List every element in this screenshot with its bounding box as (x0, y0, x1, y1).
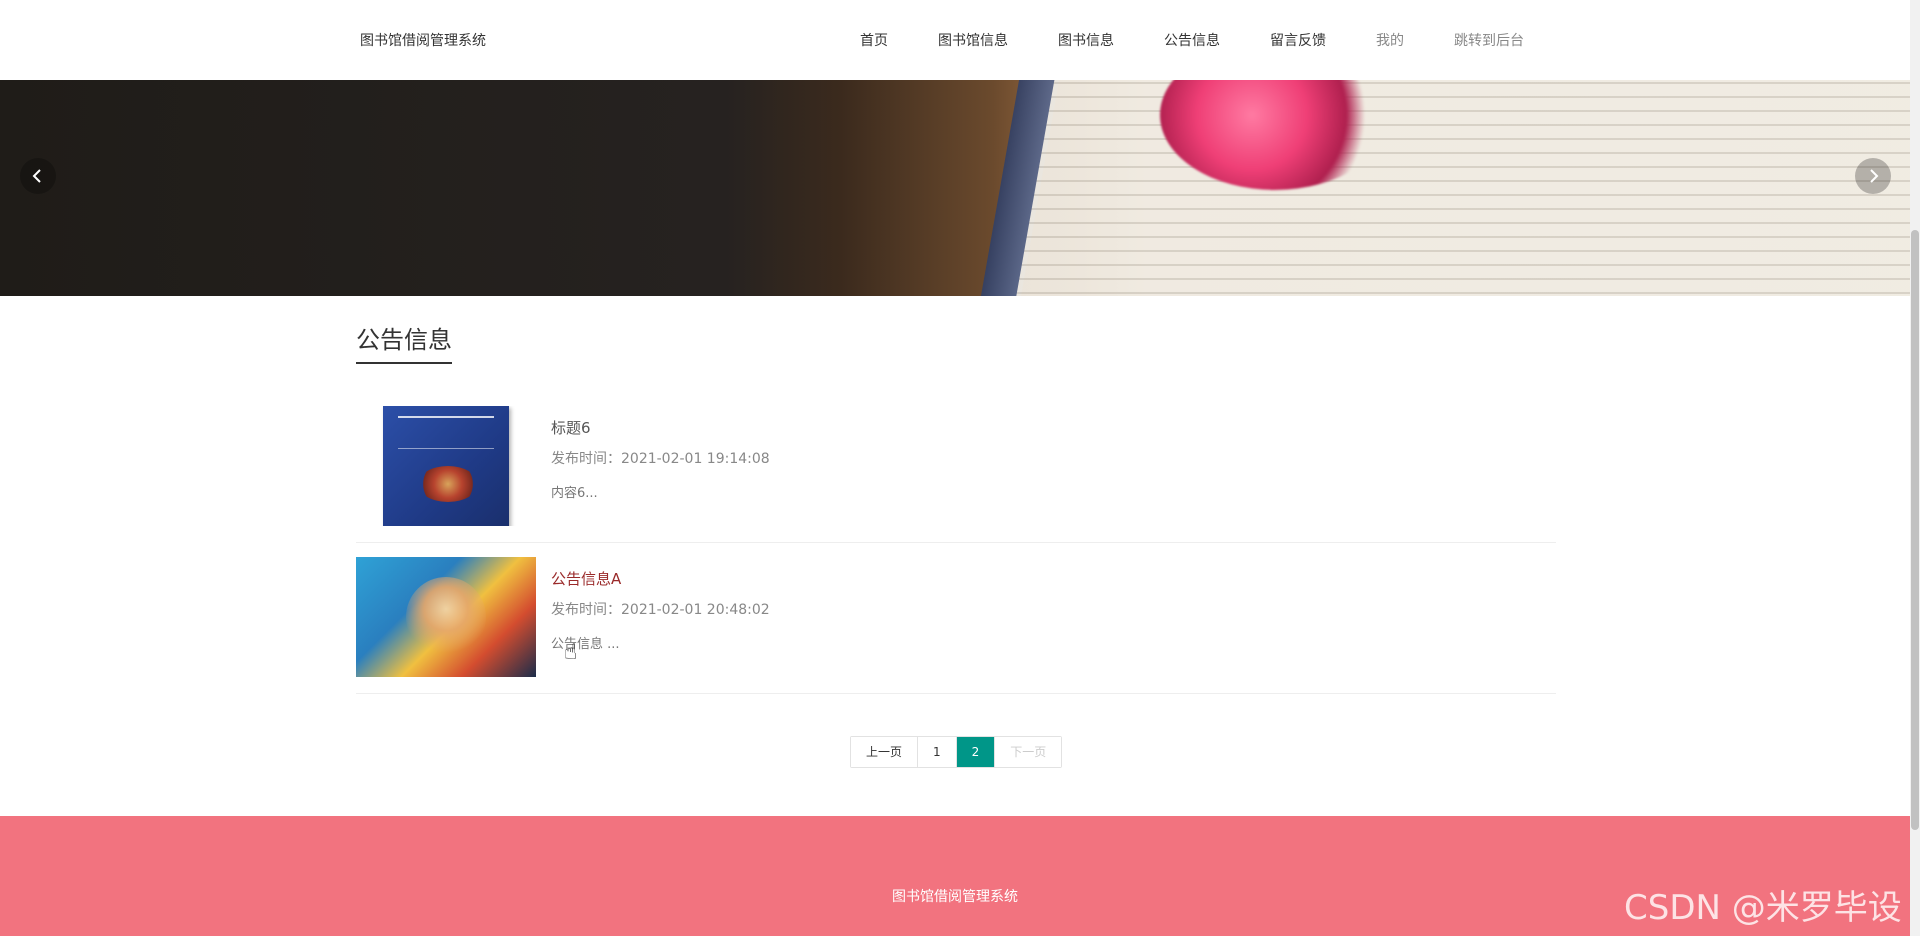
nav-item-library-info[interactable]: 图书馆信息 (938, 30, 1008, 50)
item-body: 公告信息A 发布时间：2021-02-01 20:48:02 公告信息 ... (551, 568, 770, 652)
item-summary: 内容6... (551, 486, 598, 501)
item-thumbnail-book-cover[interactable] (356, 406, 536, 526)
nav-item-home[interactable]: 首页 (860, 30, 888, 50)
item-publish-time: 发布时间：2021-02-01 20:48:02 (551, 602, 770, 618)
item-publish-time: 发布时间：2021-02-01 19:14:08 (551, 451, 770, 467)
item-title[interactable]: 公告信息A (551, 568, 770, 589)
pagination-page-1[interactable]: 1 (918, 737, 957, 767)
list-item[interactable]: 标题6 发布时间：2021-02-01 19:14:08 内容6... (356, 392, 1556, 543)
item-body: 标题6 发布时间：2021-02-01 19:14:08 内容6... (551, 417, 770, 501)
watermark: CSDN @米罗毕设 (1624, 888, 1902, 928)
nav-item-my[interactable]: 我的 (1376, 30, 1404, 50)
site-brand[interactable]: 图书馆借阅管理系统 (360, 30, 486, 50)
carousel-next-button[interactable] (1855, 158, 1891, 194)
site-header: 图书馆借阅管理系统 首页 图书馆信息 图书信息 公告信息 留言反馈 我的 跳转到… (0, 0, 1910, 80)
chevron-right-icon (1870, 169, 1879, 183)
title-underline (356, 362, 452, 364)
pagination-next-button[interactable]: 下一页 (995, 737, 1062, 767)
scrollbar-thumb[interactable] (1911, 230, 1919, 830)
nav-item-admin[interactable]: 跳转到后台 (1454, 30, 1524, 50)
chevron-left-icon (32, 169, 41, 183)
main-nav: 首页 图书馆信息 图书信息 公告信息 留言反馈 我的 跳转到后台 (860, 30, 1574, 50)
page-title: 公告信息 (356, 326, 452, 354)
book-cover-image (383, 406, 509, 526)
announcement-list: 标题6 发布时间：2021-02-01 19:14:08 内容6... 公告信息… (356, 392, 1556, 694)
pagination-page-2[interactable]: 2 (956, 737, 996, 767)
nav-item-feedback[interactable]: 留言反馈 (1270, 30, 1326, 50)
banner-image-sheet-music (1013, 80, 1910, 296)
pagination-prev-button[interactable]: 上一页 (851, 737, 919, 767)
page-scrollbar[interactable] (1910, 0, 1920, 936)
nav-item-announcements[interactable]: 公告信息 (1164, 30, 1220, 50)
carousel-prev-button[interactable] (20, 158, 56, 194)
list-item[interactable]: 公告信息A 发布时间：2021-02-01 20:48:02 公告信息 ... (356, 543, 1556, 694)
item-thumbnail-anime[interactable] (356, 557, 536, 677)
item-summary: 公告信息 ... (551, 637, 620, 652)
banner-carousel (0, 80, 1910, 296)
item-title[interactable]: 标题6 (551, 417, 770, 438)
nav-item-book-info[interactable]: 图书信息 (1058, 30, 1114, 50)
hand-cursor-icon: ☝ (564, 640, 578, 665)
pagination: 上一页 1 2 下一页 (850, 736, 1063, 768)
